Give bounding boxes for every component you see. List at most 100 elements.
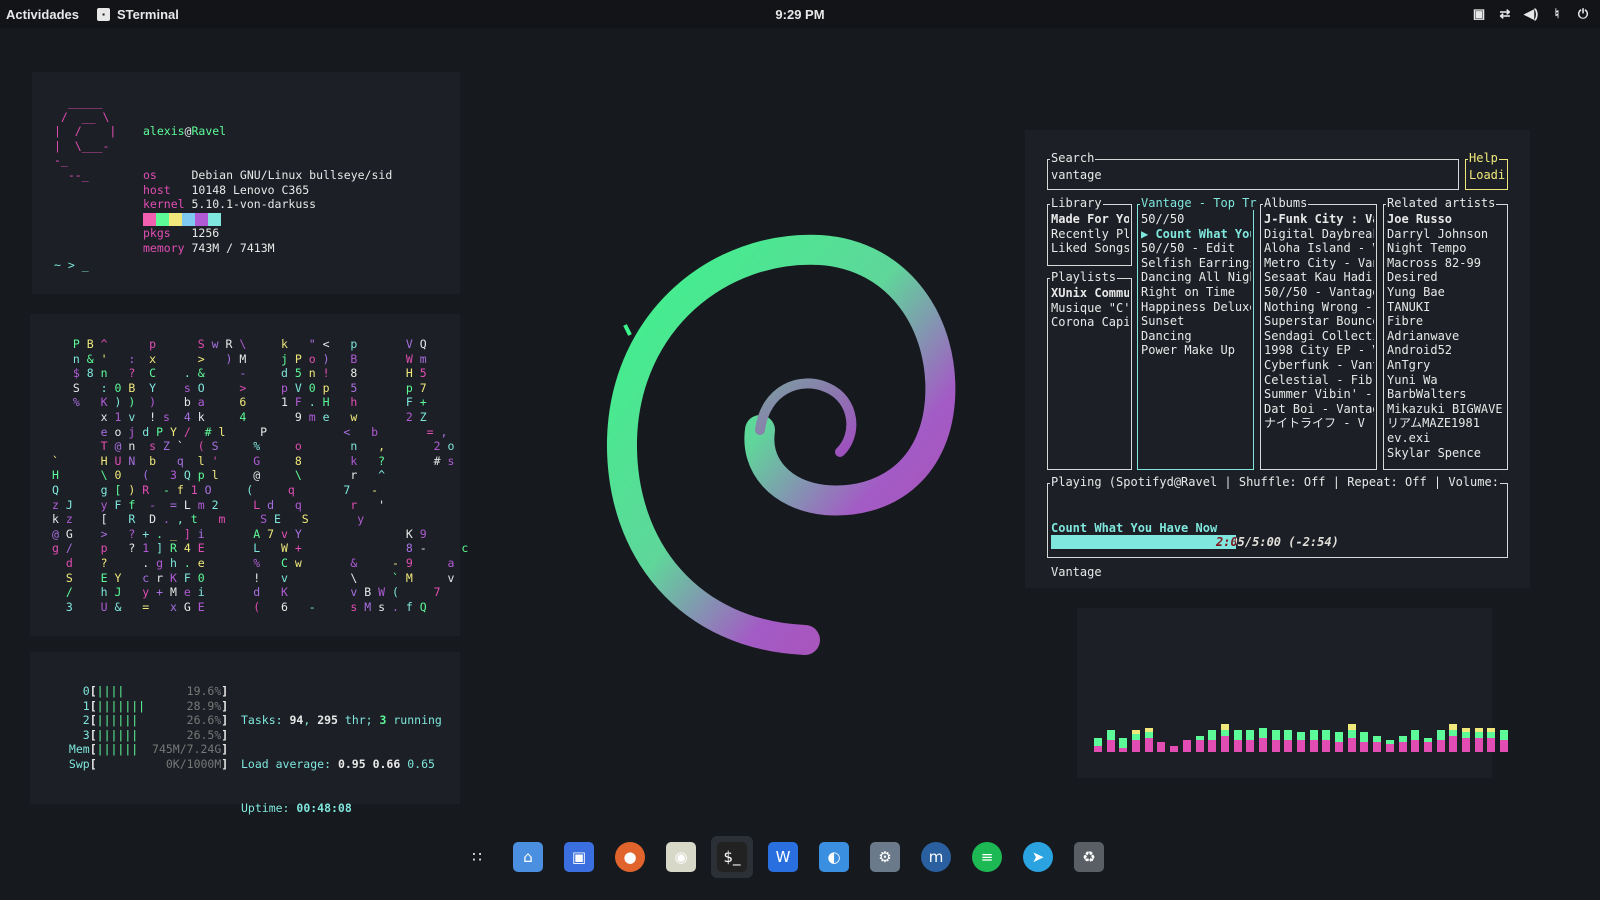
now-playing-track: Count What You Have Now — [1051, 521, 1218, 536]
system-tray[interactable]: ▣ ⇄ ◀) ♮ ⏻ — [1472, 6, 1590, 22]
meter-row: 0[|||| 19.6%] — [62, 684, 229, 698]
progress-bar[interactable]: 2:05/5:00 (-2:54) — [1051, 535, 1501, 549]
help-box[interactable]: Help Loadi — [1465, 151, 1508, 190]
track-item[interactable]: Right on Time — [1141, 285, 1251, 300]
clock[interactable]: 9:29 PM — [0, 7, 1600, 22]
artist-item[interactable]: Macross 82-99 — [1387, 256, 1505, 271]
album-item[interactable]: 1998 City EP - V — [1264, 343, 1374, 358]
album-item[interactable]: Cyberfunk - Vant — [1264, 358, 1374, 373]
fetch-value: 5.10.1-von-darkuss — [191, 197, 317, 212]
album-item[interactable]: Aloha Island - V — [1264, 241, 1374, 256]
visualizer-bar — [1271, 730, 1280, 752]
artist-item[interactable]: TANUKI — [1387, 300, 1505, 315]
track-item[interactable]: Selfish Earrings — [1141, 256, 1251, 271]
track-item[interactable]: ▶ Count What You — [1141, 227, 1251, 242]
artist-item[interactable]: Skylar Spence — [1387, 446, 1505, 461]
matrix-line: T @ n s Z ` ( S % o n , 2 o — [100, 439, 455, 454]
track-item[interactable]: Dancing — [1141, 329, 1251, 344]
telegram-icon[interactable]: ➤ — [1017, 836, 1059, 878]
artist-item[interactable]: Fibre — [1387, 314, 1505, 329]
meter-value: 0K/1000M — [152, 756, 222, 771]
artists-box[interactable]: Related artists Joe Russo Darryl Johnson N… — [1383, 196, 1508, 470]
artist-item[interactable]: リアムMAZE1981 — [1387, 416, 1505, 431]
tracks-box[interactable]: Vantage - Top Tr 50//50 ▶ Count What You 5… — [1137, 196, 1258, 470]
artist-item[interactable]: BarbWalters — [1387, 387, 1505, 402]
search-label: Search — [1050, 151, 1096, 165]
tweaks-icon[interactable]: ⚙ — [864, 836, 906, 878]
album-item[interactable]: ナイトライフ - V — [1264, 416, 1374, 431]
mic-icon[interactable]: ♮ — [1550, 6, 1564, 22]
trash-icon[interactable]: ♻ — [1068, 836, 1110, 878]
playlist-item[interactable]: Musique "C' — [1051, 301, 1129, 316]
album-item[interactable]: Summer Vibin' - — [1264, 387, 1374, 402]
library-box[interactable]: Library Made For Yo Recently Pl Liked Song… — [1047, 196, 1132, 266]
playlists-box[interactable]: Playlists XUnix Commu Musique "C' Corona C… — [1047, 270, 1132, 470]
album-item[interactable]: J-Funk City : Va — [1264, 212, 1374, 227]
playlist-item[interactable]: XUnix Commu — [1051, 286, 1129, 301]
track-item[interactable]: Dancing All Nigh — [1141, 270, 1251, 285]
artist-item[interactable]: AnTgry — [1387, 358, 1505, 373]
network-icon[interactable]: ⇄ — [1498, 6, 1512, 22]
shell-prompt[interactable]: ~ > _ — [54, 258, 89, 273]
matrix-line: n & ' : x > ) M j P o ) B W m — [72, 351, 427, 366]
firefox-icon[interactable]: ● — [609, 836, 651, 878]
artist-item[interactable]: Mikazuki BIGWAVE — [1387, 402, 1505, 417]
store-icon[interactable]: ▣ — [558, 836, 600, 878]
screen-icon[interactable]: ▣ — [1472, 6, 1486, 22]
track-item[interactable]: Sunset — [1141, 314, 1251, 329]
album-item[interactable]: Metro City - Van — [1264, 256, 1374, 271]
track-item[interactable]: 50//50 - Edit — [1141, 241, 1251, 256]
search-input[interactable]: vantage — [1051, 168, 1456, 187]
album-item[interactable]: Superstar Bounce — [1264, 314, 1374, 329]
track-item[interactable]: 50//50 — [1141, 212, 1251, 227]
playbar-box[interactable]: Playing (Spotifyd@Ravel | Shuffle: Off |… — [1047, 475, 1508, 579]
playlists-label: Playlists — [1050, 270, 1118, 284]
spotify-icon[interactable]: ≡ — [966, 836, 1008, 878]
library-item[interactable]: Liked Songs — [1051, 241, 1129, 256]
artist-item[interactable]: Darryl Johnson — [1387, 227, 1505, 242]
visualizer-bar — [1385, 740, 1394, 752]
artist-item[interactable]: Yuni Wa — [1387, 373, 1505, 388]
album-item[interactable]: Sendagi Collecti — [1264, 329, 1374, 344]
meter-value: 19.6% — [152, 684, 222, 698]
artist-item[interactable]: Night Tempo — [1387, 241, 1505, 256]
meter-bars: |||| — [96, 684, 153, 698]
album-item[interactable]: Nothing Wrong - — [1264, 300, 1374, 315]
artist-item[interactable]: Desired — [1387, 270, 1505, 285]
app-grid-icon[interactable]: ∷ — [456, 836, 498, 878]
now-playing-artist: Vantage — [1051, 564, 1102, 579]
visualizer-bar — [1398, 736, 1407, 752]
speaker-icon[interactable]: ◉ — [660, 836, 702, 878]
visualizer-bar — [1297, 732, 1305, 752]
album-item[interactable]: Sesaat Kau Hadir — [1264, 270, 1374, 285]
terminal-icon[interactable]: $_ — [711, 836, 753, 878]
files-icon[interactable]: ⌂ — [507, 836, 549, 878]
visualizer-bar — [1335, 732, 1344, 752]
dock: ∷ ⌂ ▣ ● ◉ $_ W ◐ ⚙ m ≡ ➤ ♻ — [456, 832, 1110, 882]
albums-box[interactable]: Albums J-Funk City : Va Digital Daybreak A… — [1260, 196, 1377, 470]
album-item[interactable]: Digital Daybreak — [1264, 227, 1374, 242]
track-item[interactable]: Power Make Up — [1141, 343, 1251, 358]
color-swatch — [143, 213, 156, 226]
search-box[interactable]: Search vantage — [1047, 151, 1459, 190]
track-item[interactable]: Happiness Deluxe — [1141, 300, 1251, 315]
toggle-icon[interactable]: ◐ — [813, 836, 855, 878]
volume-icon[interactable]: ◀) — [1524, 6, 1538, 22]
artist-item[interactable]: Joe Russo — [1387, 212, 1505, 227]
artist-item[interactable]: ev.exi — [1387, 431, 1505, 446]
musescore-icon[interactable]: m — [915, 836, 957, 878]
library-item[interactable]: Made For Yo — [1051, 212, 1129, 227]
album-item[interactable]: 50//50 - Vantage — [1264, 285, 1374, 300]
album-item[interactable]: Dat Boi - Vantag — [1264, 402, 1374, 417]
playlist-item[interactable]: Corona Capi — [1051, 315, 1129, 330]
visualizer-bar — [1220, 724, 1229, 752]
artist-item[interactable]: Yung Bae — [1387, 285, 1505, 300]
wps-icon[interactable]: W — [762, 836, 804, 878]
artist-item[interactable]: Adrianwave — [1387, 329, 1505, 344]
power-icon[interactable]: ⏻ — [1576, 6, 1590, 22]
album-item[interactable]: Celestial - Fibr — [1264, 373, 1374, 388]
library-item[interactable]: Recently Pl — [1051, 227, 1129, 242]
artist-item[interactable]: Android52 — [1387, 343, 1505, 358]
meter-row: 3[|||||| 26.5%] — [62, 727, 229, 742]
visualizer-bar — [1258, 728, 1267, 752]
